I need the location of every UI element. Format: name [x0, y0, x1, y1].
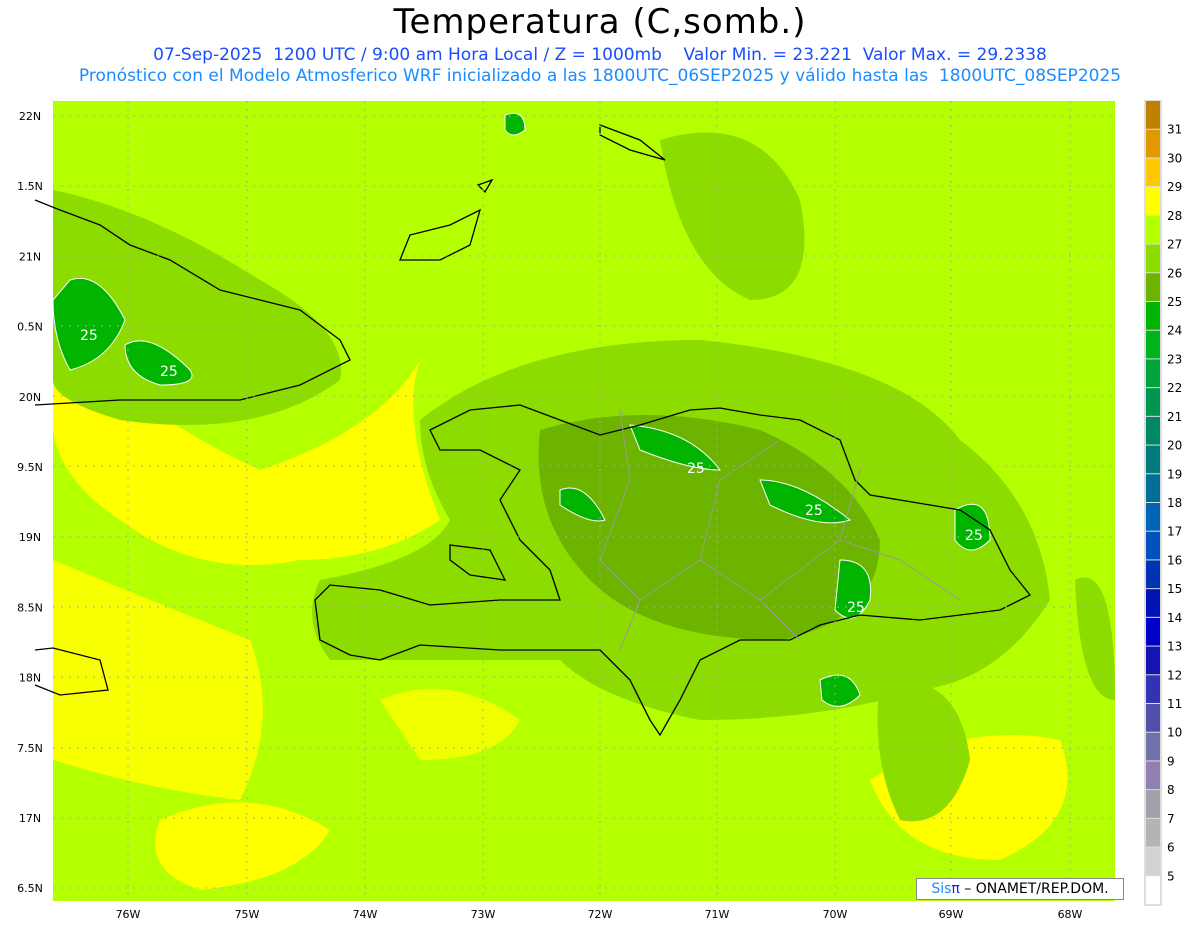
colorbar-label: 6: [1167, 841, 1175, 855]
colorbar-swatch: [1146, 359, 1160, 388]
colorbar-swatch: [1146, 388, 1160, 416]
longitude-label: 72W: [588, 908, 613, 921]
latitude-label: 1.5N: [17, 180, 43, 193]
colorbar-swatch: [1146, 187, 1160, 215]
latitude-label: 8.5N: [17, 601, 43, 614]
longitude-label: 69W: [939, 908, 964, 921]
latitude-label: 20N: [19, 391, 41, 404]
latitude-label: 17N: [19, 812, 41, 825]
colorbar-label: 11: [1167, 697, 1182, 711]
colorbar-swatch: [1146, 732, 1160, 761]
longitude-label: 68W: [1058, 908, 1083, 921]
colorbar-label: 26: [1167, 266, 1182, 280]
colorbar-swatch: [1146, 330, 1160, 359]
colorbar-swatch: [1146, 416, 1160, 445]
latitude-label: 0.5N: [17, 321, 43, 334]
colorbar-swatch: [1146, 474, 1160, 502]
latitude-label: 22N: [19, 110, 41, 123]
colorbar-label: 9: [1167, 754, 1175, 768]
longitude-labels: 76W 75W 74W 73W 72W 71W 70W 69W 68W: [116, 908, 1083, 921]
colorbar-label: 23: [1167, 352, 1182, 366]
colorbar-swatch: [1146, 818, 1160, 847]
valid-time-line: 07-Sep-2025 1200 UTC / 9:00 am Hora Loca…: [153, 45, 1047, 65]
colorbar-label: 13: [1167, 640, 1182, 654]
colorbar-label: 31: [1167, 123, 1182, 137]
colorbar-label: 19: [1167, 467, 1182, 481]
longitude-label: 75W: [235, 908, 260, 921]
colorbar-label: 28: [1167, 209, 1182, 223]
latitude-label: 7.5N: [17, 742, 43, 755]
latitude-label: 18N: [19, 672, 41, 685]
longitude-label: 70W: [823, 908, 848, 921]
colorbar-swatch: [1146, 503, 1160, 531]
colorbar-swatch: [1146, 790, 1160, 818]
map-title: Temperatura (C,somb.): [393, 2, 807, 42]
colorbar-swatch: [1146, 531, 1160, 560]
latitude-label: 19N: [19, 531, 41, 544]
colorbar-swatch: [1146, 560, 1160, 589]
contour-label: 25: [160, 364, 178, 380]
colorbar-swatch: [1146, 704, 1160, 732]
model-info-line: Pronóstico con el Modelo Atmosferico WRF…: [78, 66, 1122, 86]
longitude-label: 76W: [116, 908, 141, 921]
colorbar-label: 24: [1167, 324, 1182, 338]
colorbar-label: 18: [1167, 496, 1182, 510]
colorbar: 31 30 29 28 27 26 25 24 23 22 21 20 19 18 17 16 15 14 13 12…: [1144, 100, 1182, 906]
colorbar-swatch: [1146, 617, 1160, 646]
credit-box: Sisπ – ONAMET/REP.DOM.: [916, 878, 1124, 900]
colorbar-swatch: [1146, 129, 1160, 158]
contour-label: 25: [805, 503, 823, 519]
colorbar-label: 15: [1167, 582, 1182, 596]
colorbar-label: 27: [1167, 238, 1182, 252]
colorbar-label: 14: [1167, 611, 1182, 625]
colorbar-label: 20: [1167, 439, 1182, 453]
colorbar-label: 16: [1167, 553, 1182, 567]
colorbar-label: 25: [1167, 295, 1182, 309]
colorbar-swatch: [1146, 158, 1160, 187]
longitude-label: 73W: [471, 908, 496, 921]
latitude-label: 21N: [19, 250, 41, 263]
temperature-map: 25 25 25 25 25 25 76W 75W 74W 73W 72W 71W 70W 6…: [17, 100, 1182, 921]
colorbar-label: 8: [1167, 783, 1175, 797]
colorbar-label: 30: [1167, 151, 1182, 165]
latitude-label: 6.5N: [17, 882, 43, 895]
colorbar-swatch: [1146, 101, 1160, 129]
colorbar-swatch: [1146, 876, 1160, 904]
map-field: [52, 101, 1115, 901]
colorbar-label: 22: [1167, 381, 1182, 395]
colorbar-label: 5: [1167, 869, 1175, 883]
colorbar-swatch: [1146, 302, 1160, 330]
colorbar-label: 7: [1167, 812, 1175, 826]
colorbar-label: 29: [1167, 180, 1182, 194]
colorbar-label: 12: [1167, 668, 1182, 682]
colorbar-swatch: [1146, 445, 1160, 474]
colorbar-label: 21: [1167, 410, 1182, 424]
colorbar-swatch: [1146, 675, 1160, 703]
colorbar-swatch: [1146, 589, 1160, 617]
longitude-label: 74W: [353, 908, 378, 921]
colorbar-swatch: [1146, 847, 1160, 876]
colorbar-swatch: [1146, 215, 1160, 244]
colorbar-swatch: [1146, 273, 1160, 301]
contour-label: 25: [80, 328, 98, 344]
colorbar-swatch: [1146, 761, 1160, 790]
credit-brand-b: π: [951, 881, 960, 897]
colorbar-swatch: [1146, 646, 1160, 675]
latitude-labels: 22N 1.5N 21N 0.5N 20N 9.5N 19N 8.5N 18N 7.5N 17N 6.…: [17, 110, 43, 895]
credit-text: – ONAMET/REP.DOM.: [959, 881, 1109, 897]
colorbar-swatch: [1146, 244, 1160, 273]
colorbar-label: 10: [1167, 726, 1182, 740]
colorbar-label: 17: [1167, 525, 1182, 539]
contour-label: 25: [847, 600, 865, 616]
contour-label: 25: [687, 461, 705, 477]
longitude-label: 71W: [705, 908, 730, 921]
credit-brand-a: Sis: [931, 881, 952, 897]
latitude-label: 9.5N: [17, 461, 43, 474]
contour-label: 25: [965, 528, 983, 544]
